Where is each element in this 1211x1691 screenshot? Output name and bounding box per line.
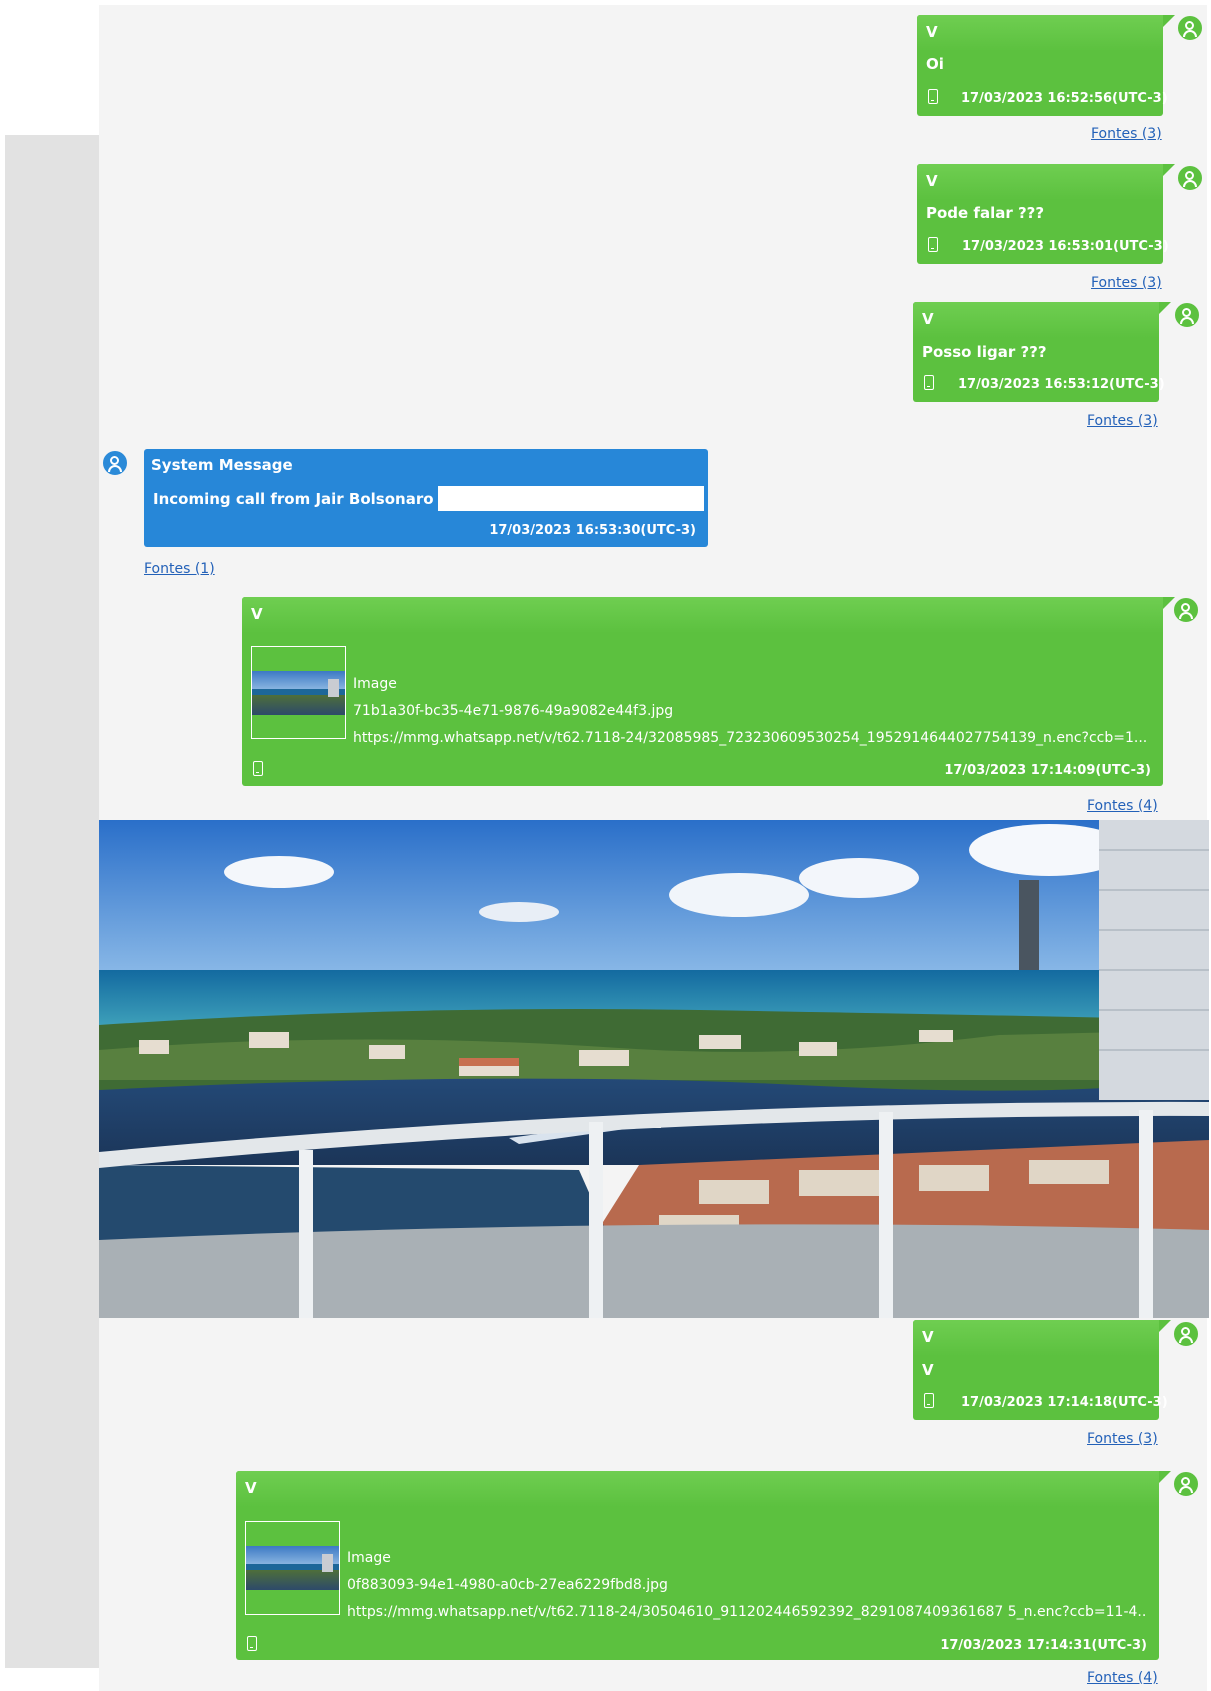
message-timestamp: 17/03/2023 16:52:56(UTC-3): [961, 91, 1168, 106]
image-message-bubble: V Image 71b1a30f-bc35-4e71-9876-49a9082e…: [242, 597, 1163, 786]
attachment-type: Image: [353, 676, 397, 692]
image-thumbnail[interactable]: [251, 646, 346, 739]
image-thumbnail[interactable]: [245, 1521, 340, 1615]
person-avatar-icon: [1174, 598, 1198, 622]
phone-icon: [928, 237, 938, 252]
person-avatar-icon: [1174, 1322, 1198, 1346]
message-sender: V: [245, 1479, 257, 1497]
person-avatar-icon: [1178, 16, 1202, 40]
system-message-timestamp: 17/03/2023 16:53:30(UTC-3): [489, 523, 696, 538]
attachment-filename: 71b1a30f-bc35-4e71-9876-49a9082e44f3.jpg: [353, 703, 674, 719]
message-sender: V: [922, 310, 934, 328]
message-bubble: V Posso ligar ??? 17/03/2023 16:53:12(UT…: [913, 302, 1165, 402]
sources-link[interactable]: Fontes (3): [1087, 413, 1158, 429]
sources-link[interactable]: Fontes (4): [1087, 798, 1158, 814]
message-timestamp: 17/03/2023 16:53:01(UTC-3): [962, 239, 1169, 254]
message-timestamp: 17/03/2023 16:53:12(UTC-3): [958, 377, 1165, 392]
message-sender: V: [922, 1328, 934, 1346]
message-timestamp: 17/03/2023 17:14:31(UTC-3): [940, 1638, 1147, 1653]
attachment-url[interactable]: https://mmg.whatsapp.net/v/t62.7118-24/3…: [353, 730, 1151, 746]
phone-icon: [253, 761, 263, 776]
sources-link[interactable]: Fontes (3): [1091, 126, 1162, 142]
phone-icon: [924, 375, 934, 390]
message-text: V: [922, 1361, 934, 1379]
message-timestamp: 17/03/2023 17:14:09(UTC-3): [944, 763, 1151, 778]
left-gutter: [5, 135, 99, 1668]
system-message-bubble: System Message Incoming call from Jair B…: [144, 449, 708, 547]
person-avatar-icon: [1178, 166, 1202, 190]
image-preview[interactable]: [99, 820, 1209, 1318]
person-avatar-icon: [1175, 303, 1199, 327]
image-message-bubble: V Image 0f883093-94e1-4980-a0cb-27ea6229…: [236, 1471, 1159, 1660]
attachment-url[interactable]: https://mmg.whatsapp.net/v/t62.7118-24/3…: [347, 1604, 1147, 1620]
person-avatar-icon: [1174, 1472, 1198, 1496]
attachment-filename: 0f883093-94e1-4980-a0cb-27ea6229fbd8.jpg: [347, 1577, 668, 1593]
message-sender: V: [926, 23, 938, 41]
message-text: Posso ligar ???: [922, 343, 1047, 361]
attachment-type: Image: [347, 1550, 391, 1566]
phone-icon: [928, 89, 938, 104]
system-message-text: Incoming call from Jair Bolsonaro 5: [153, 490, 450, 508]
message-text: Pode falar ???: [926, 204, 1045, 222]
message-bubble: V V 17/03/2023 17:14:18(UTC-3): [913, 1320, 1168, 1420]
message-bubble: V Oi 17/03/2023 16:52:56(UTC-3): [917, 15, 1168, 116]
sources-link[interactable]: Fontes (4): [1087, 1670, 1158, 1686]
system-avatar-icon: [103, 451, 127, 475]
message-sender: V: [926, 172, 938, 190]
sources-link[interactable]: Fontes (3): [1087, 1431, 1158, 1447]
phone-icon: [247, 1636, 257, 1651]
message-text: Oi: [926, 55, 944, 73]
system-message-title: System Message: [151, 456, 293, 474]
sources-link[interactable]: Fontes (3): [1091, 275, 1162, 291]
message-timestamp: 17/03/2023 17:14:18(UTC-3): [961, 1395, 1168, 1410]
message-sender: V: [251, 605, 263, 623]
phone-icon: [924, 1393, 934, 1408]
sources-link[interactable]: Fontes (1): [144, 561, 215, 577]
message-bubble: V Pode falar ??? 17/03/2023 16:53:01(UTC…: [917, 164, 1169, 264]
redaction-box: [438, 486, 704, 511]
